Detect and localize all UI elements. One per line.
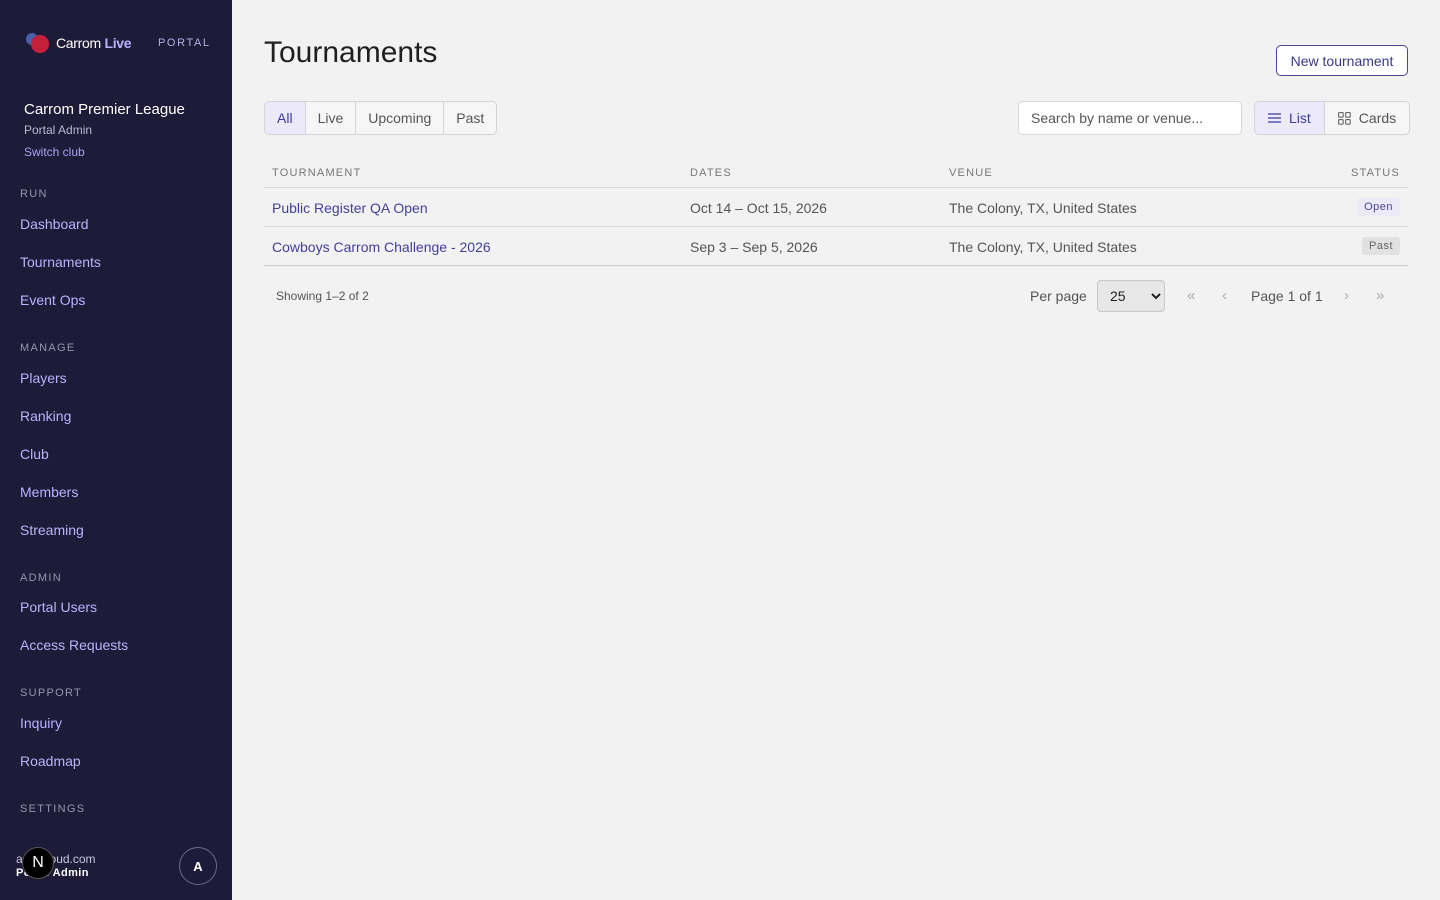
cards-view-label: Cards (1358, 110, 1397, 126)
results-count: Showing 1–2 of 2 (276, 289, 369, 303)
sidebar-item-event-ops[interactable]: Event Ops (20, 292, 85, 308)
tab-live[interactable]: Live (306, 102, 357, 134)
portal-tag: PORTAL (158, 37, 211, 49)
tournament-venue: The Colony, TX, United States (949, 239, 1137, 255)
tournament-dates: Sep 3 – Sep 5, 2026 (690, 239, 818, 255)
section-label-run: RUN (20, 188, 48, 200)
status-badge: Open (1357, 198, 1400, 216)
view-toggle: List Cards (1254, 101, 1411, 135)
switch-club-link[interactable]: Switch club (24, 145, 85, 159)
status-filter-tabs: All Live Upcoming Past (264, 101, 498, 135)
table-row[interactable]: Public Register QA Open Oct 14 – Oct 15,… (264, 188, 1408, 227)
carrom-logo-icon (26, 32, 52, 54)
per-page-label: Per page (1030, 288, 1087, 304)
tab-all[interactable]: All (265, 102, 306, 134)
list-view-button[interactable]: List (1255, 102, 1325, 134)
brand-name: Carrom Live (56, 35, 132, 51)
sidebar-item-access-requests[interactable]: Access Requests (20, 637, 128, 653)
section-label-admin: ADMIN (20, 572, 62, 584)
tournament-name-link[interactable]: Public Register QA Open (272, 200, 428, 216)
section-label-support: SUPPORT (20, 687, 83, 699)
sidebar-item-portal-users[interactable]: Portal Users (20, 599, 97, 615)
column-header-dates[interactable]: DATES (690, 167, 732, 179)
first-page-button[interactable]: « (1187, 287, 1195, 304)
section-label-settings: SETTINGS (20, 803, 86, 815)
tournament-dates: Oct 14 – Oct 15, 2026 (690, 200, 827, 216)
sidebar-item-roadmap[interactable]: Roadmap (20, 753, 81, 769)
list-icon (1268, 113, 1281, 123)
list-view-label: List (1289, 110, 1311, 126)
sidebar-item-tournaments[interactable]: Tournaments (20, 254, 101, 270)
brand-logo[interactable]: Carrom Live (26, 32, 132, 54)
next-page-button[interactable]: › (1344, 287, 1349, 304)
prev-page-button[interactable]: ‹ (1222, 287, 1227, 304)
section-label-manage: MANAGE (20, 342, 76, 354)
club-role: Portal Admin (24, 123, 93, 137)
page-title: Tournaments (264, 36, 438, 69)
column-header-venue[interactable]: VENUE (949, 167, 993, 179)
sidebar-item-club[interactable]: Club (20, 446, 49, 462)
page-indicator: Page 1 of 1 (1251, 288, 1323, 304)
column-header-tournament[interactable]: TOURNAMENT (272, 167, 361, 179)
grid-icon (1337, 111, 1351, 125)
tab-past[interactable]: Past (444, 102, 496, 134)
column-header-status[interactable]: STATUS (1351, 167, 1400, 179)
sidebar-item-ranking[interactable]: Ranking (20, 408, 71, 424)
avatar[interactable]: A (179, 847, 217, 885)
sidebar: Carrom Live PORTAL Carrom Premier League… (0, 0, 232, 900)
club-name: Carrom Premier League (24, 101, 185, 118)
tournaments-table: TOURNAMENT DATES VENUE STATUS Public Reg… (264, 158, 1408, 266)
new-tournament-button[interactable]: New tournament (1276, 45, 1408, 76)
search-input[interactable] (1018, 101, 1242, 135)
table-row[interactable]: Cowboys Carrom Challenge - 2026 Sep 3 – … (264, 227, 1408, 266)
tab-upcoming[interactable]: Upcoming (356, 102, 445, 134)
status-badge: Past (1361, 237, 1400, 255)
table-header: TOURNAMENT DATES VENUE STATUS (264, 158, 1408, 188)
dev-tools-badge[interactable]: N (22, 847, 54, 879)
sidebar-item-members[interactable]: Members (20, 484, 78, 500)
tournament-venue: The Colony, TX, United States (949, 200, 1137, 216)
sidebar-item-streaming[interactable]: Streaming (20, 522, 84, 538)
per-page-select[interactable]: 25 (1097, 280, 1165, 312)
sidebar-item-dashboard[interactable]: Dashboard (20, 216, 89, 232)
cards-view-button[interactable]: Cards (1325, 102, 1409, 134)
sidebar-item-inquiry[interactable]: Inquiry (20, 715, 62, 731)
last-page-button[interactable]: » (1376, 287, 1384, 304)
tournament-name-link[interactable]: Cowboys Carrom Challenge - 2026 (272, 239, 491, 255)
sidebar-item-players[interactable]: Players (20, 370, 67, 386)
